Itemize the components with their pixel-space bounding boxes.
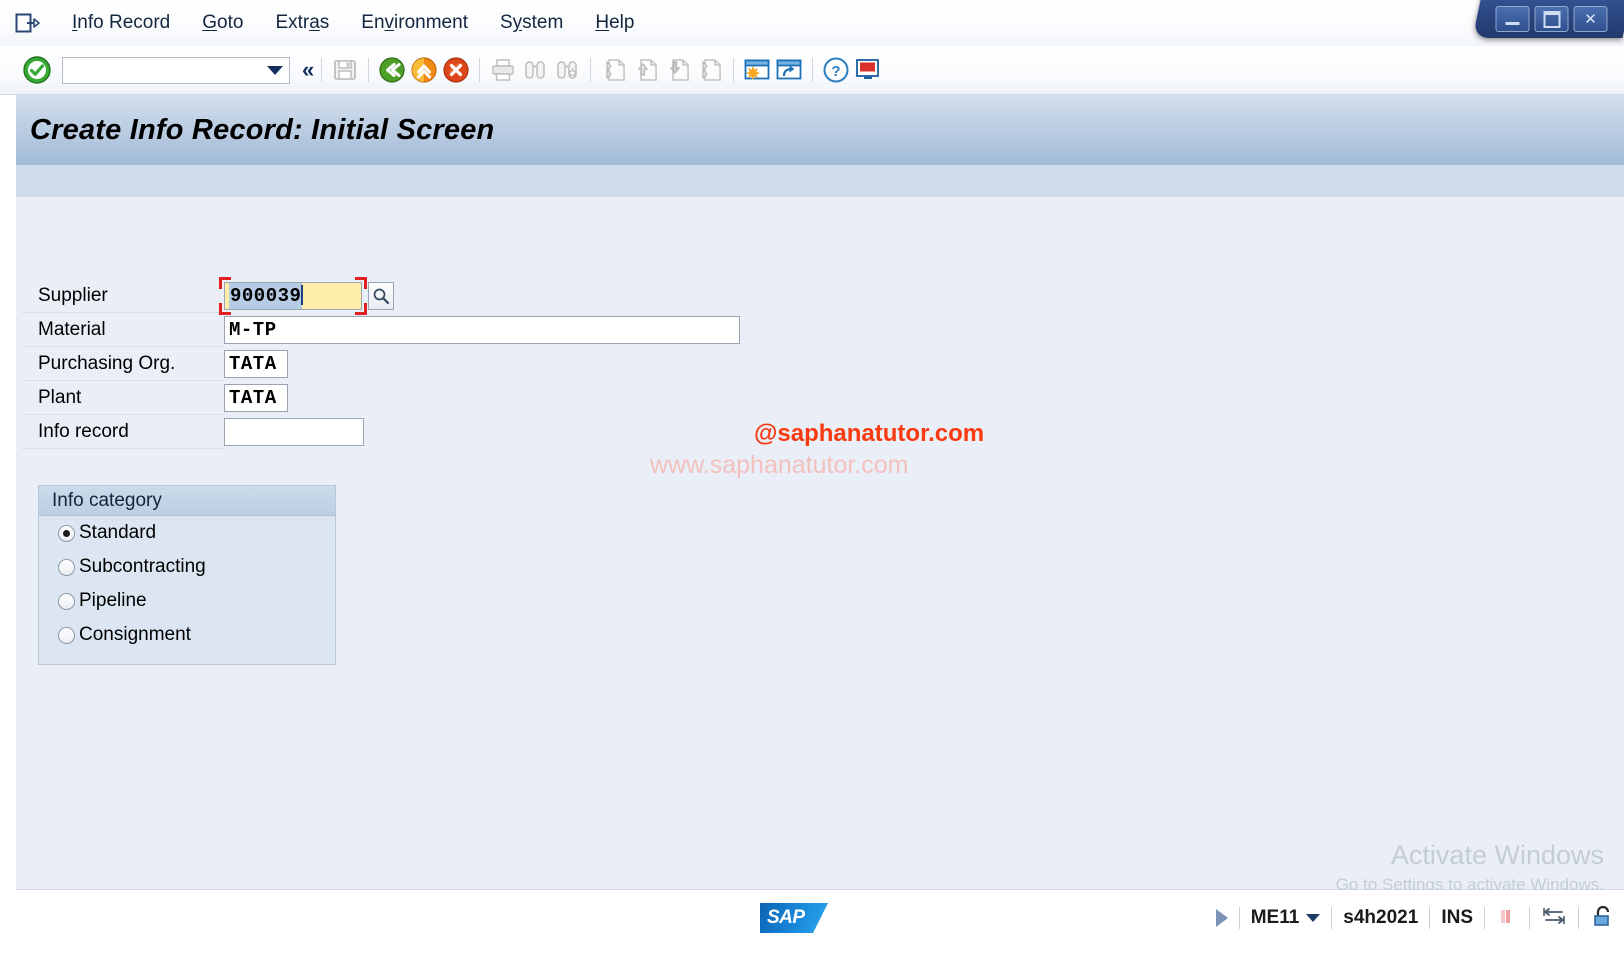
- svg-text:?: ?: [832, 63, 841, 80]
- find-button[interactable]: [520, 55, 550, 85]
- status-system-id: s4h2021: [1343, 907, 1419, 928]
- minimize-button[interactable]: [1495, 6, 1530, 32]
- toolbar-separator: [812, 58, 814, 82]
- status-insert-mode: INS: [1441, 907, 1473, 928]
- standard-toolbar: « ?: [0, 46, 1624, 95]
- label-purchasing-org: Purchasing Org.: [38, 353, 176, 374]
- label-material: Material: [38, 319, 106, 340]
- print-button[interactable]: [488, 55, 518, 85]
- menu-item-environment[interactable]: Environment: [345, 10, 484, 36]
- collapse-toolbar-button[interactable]: «: [302, 59, 314, 81]
- radio-subcontracting-label: Subcontracting: [79, 556, 206, 577]
- brand-watermark: @saphanatutor.com: [754, 420, 985, 447]
- plant-input[interactable]: TATA: [224, 384, 288, 412]
- radio-pipeline[interactable]: Pipeline: [39, 584, 335, 618]
- unlocked-padlock-icon[interactable]: [1590, 903, 1616, 934]
- info-category-group: Info category Standard Subcontracting Pi…: [38, 485, 336, 665]
- radio-consignment-label: Consignment: [79, 624, 191, 645]
- status-transaction-code: ME11: [1250, 907, 1300, 928]
- purchasing-org-input[interactable]: TATA: [224, 350, 288, 378]
- customize-layout-button[interactable]: [853, 55, 883, 85]
- text-caret: [301, 285, 304, 305]
- toolbar-separator: [321, 58, 323, 82]
- toolbar-separator: [479, 58, 481, 82]
- radio-button-icon[interactable]: [58, 558, 75, 576]
- toolbar-separator: [368, 58, 370, 82]
- form-row-info-record: Info record: [22, 415, 762, 449]
- window-controls: ✕: [1472, 0, 1624, 38]
- info-record-input[interactable]: [224, 418, 364, 446]
- chevron-down-icon[interactable]: [1306, 914, 1321, 922]
- radio-subcontracting[interactable]: Subcontracting: [39, 550, 335, 584]
- window-menu-icon[interactable]: [14, 11, 42, 35]
- radio-standard[interactable]: Standard: [39, 516, 335, 550]
- menu-item-system[interactable]: System: [484, 10, 579, 36]
- radio-button-icon[interactable]: [58, 524, 75, 542]
- sap-gui-window: Info Record Goto Extras Environment Syst…: [0, 0, 1624, 966]
- status-bar-right: ME11 s4h2021 INS: [1215, 900, 1616, 936]
- chevron-down-icon[interactable]: [267, 65, 283, 75]
- close-button[interactable]: ✕: [1573, 6, 1608, 32]
- command-field[interactable]: [62, 56, 290, 84]
- material-input[interactable]: M-TP: [224, 316, 740, 344]
- main-canvas: Supplier 900039 Material M-TP Purchasing…: [16, 197, 1624, 894]
- supplier-field-wrapper: 900039: [219, 277, 367, 315]
- radio-button-icon[interactable]: [58, 592, 75, 610]
- form-row-plant: Plant TATA: [22, 381, 762, 415]
- label-info-record: Info record: [38, 421, 129, 442]
- form-row-supplier: Supplier 900039: [22, 277, 762, 315]
- cancel-button[interactable]: [441, 55, 471, 85]
- activate-windows-watermark: Activate Windows Go to Settings to activ…: [1336, 838, 1604, 898]
- back-button[interactable]: [377, 55, 407, 85]
- toolbar-separator: [590, 58, 592, 82]
- toolbar-separator: [733, 58, 735, 82]
- form-row-purchasing-org: Purchasing Org. TATA: [22, 347, 762, 381]
- create-session-button[interactable]: [742, 55, 772, 85]
- radio-standard-label: Standard: [79, 522, 157, 543]
- restore-button[interactable]: [1534, 6, 1569, 32]
- create-shortcut-button[interactable]: [774, 55, 804, 85]
- green-check-enter-icon[interactable]: [22, 55, 52, 85]
- focus-corner-top-left: [219, 277, 231, 289]
- find-next-button[interactable]: [552, 55, 582, 85]
- response-time-arrows-icon[interactable]: [1541, 905, 1567, 932]
- search-magnifier-icon[interactable]: [368, 282, 394, 310]
- initial-screen-form: Supplier 900039 Material M-TP Purchasing…: [22, 277, 762, 449]
- sap-logo-text: SAP: [767, 907, 805, 928]
- info-category-legend: Info category: [39, 486, 335, 516]
- radio-consignment[interactable]: Consignment: [39, 618, 335, 652]
- focus-corner-top-right: [355, 277, 367, 289]
- url-watermark: www.saphanatutor.com: [650, 451, 909, 479]
- page-title: Create Info Record: Initial Screen: [30, 113, 495, 146]
- page-title-band: Create Info Record: Initial Screen: [16, 95, 1624, 165]
- previous-page-button[interactable]: [631, 55, 661, 85]
- title-subband: [16, 165, 1624, 198]
- menu-item-help[interactable]: Help: [579, 10, 650, 36]
- menu-item-extras[interactable]: Extras: [259, 10, 345, 36]
- left-margin-strip: [0, 95, 16, 194]
- supplier-input-value: 900039: [229, 283, 303, 309]
- last-page-button[interactable]: [695, 55, 725, 85]
- save-button[interactable]: [330, 55, 360, 85]
- exit-button[interactable]: [409, 55, 439, 85]
- menu-item-info-record[interactable]: Info Record: [56, 10, 186, 36]
- menu-item-goto[interactable]: Goto: [186, 10, 259, 36]
- server-load-bars-icon[interactable]: [1496, 905, 1518, 932]
- next-page-button[interactable]: [663, 55, 693, 85]
- radio-button-icon[interactable]: [58, 626, 75, 644]
- form-row-material: Material M-TP: [22, 313, 762, 347]
- supplier-input[interactable]: 900039: [224, 282, 362, 310]
- help-button[interactable]: ?: [821, 55, 851, 85]
- label-plant: Plant: [38, 387, 82, 408]
- radio-pipeline-label: Pipeline: [79, 590, 147, 611]
- menu-bar: Info Record Goto Extras Environment Syst…: [0, 0, 1624, 46]
- expand-triangle-icon[interactable]: [1215, 909, 1228, 927]
- activate-windows-title: Activate Windows: [1390, 840, 1604, 870]
- first-page-button[interactable]: [599, 55, 629, 85]
- label-supplier: Supplier: [38, 285, 108, 306]
